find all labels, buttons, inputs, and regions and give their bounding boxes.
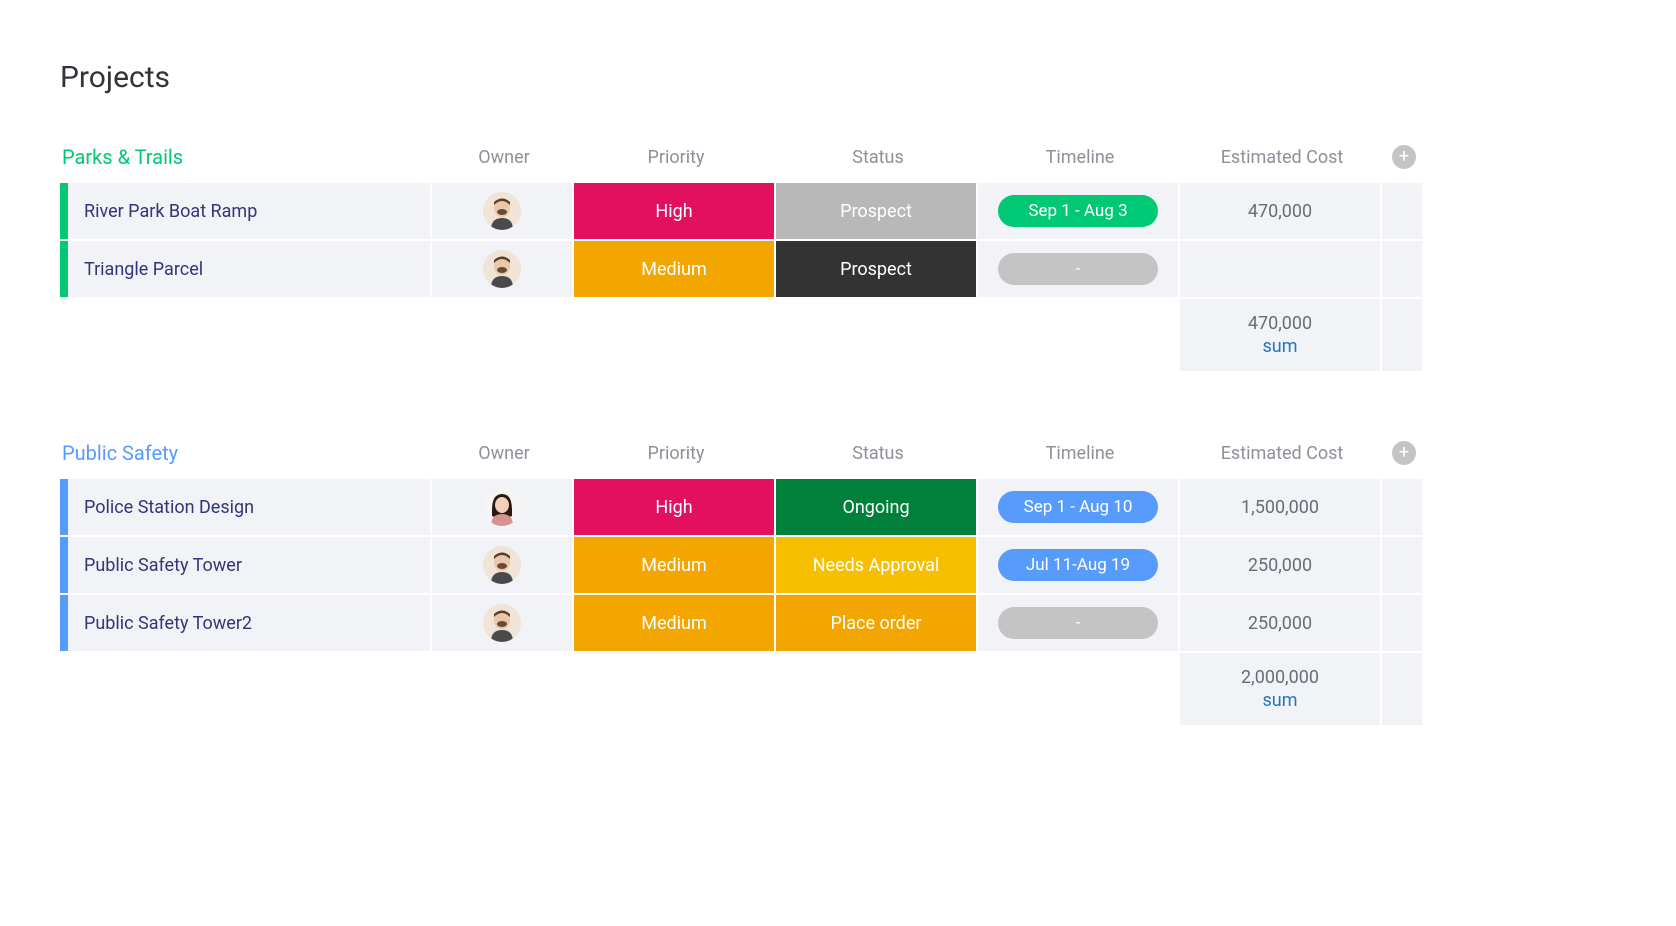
status-cell[interactable]: Prospect [776,183,976,239]
plus-icon: + [1399,148,1409,166]
table-row[interactable]: Public Safety Tower2 MediumPlace order-25… [60,595,1616,651]
cost-cell[interactable]: 1,500,000 [1180,479,1380,535]
table-row[interactable]: Triangle Parcel MediumProspect- [60,241,1616,297]
owner-cell[interactable] [432,241,572,297]
owner-cell[interactable] [432,183,572,239]
timeline-pill: Sep 1 - Aug 10 [998,491,1158,523]
item-name-cell[interactable]: Public Safety Tower2 [60,595,430,651]
group-title[interactable]: Public Safety [62,441,432,465]
avatar[interactable] [483,250,521,288]
timeline-cell[interactable]: - [978,241,1178,297]
owner-cell[interactable] [432,595,572,651]
group-footer: 470,000sum [60,299,1616,371]
avatar[interactable] [483,604,521,642]
item-name-cell[interactable]: Triangle Parcel [60,241,430,297]
column-header[interactable]: Priority [576,443,776,464]
plus-icon: + [1399,444,1409,462]
table-row[interactable]: Police Station Design HighOngoing Sep 1 - … [60,479,1616,535]
group: Parks & TrailsOwnerPriorityStatusTimelin… [60,145,1616,371]
table-row[interactable]: River Park Boat Ramp HighProspect Sep 1 - … [60,183,1616,239]
timeline-cell[interactable]: Sep 1 - Aug 3 [978,183,1178,239]
priority-cell[interactable]: High [574,183,774,239]
status-cell[interactable]: Needs Approval [776,537,976,593]
add-column-button[interactable]: + [1392,441,1416,465]
sum-cell: 470,000sum [1180,299,1380,371]
column-header[interactable]: Timeline [980,443,1180,464]
group-footer: 2,000,000sum [60,653,1616,725]
item-name-cell[interactable]: Public Safety Tower [60,537,430,593]
owner-cell[interactable] [432,479,572,535]
table-row[interactable]: Public Safety Tower MediumNeeds Approval J… [60,537,1616,593]
sum-value: 2,000,000 [1241,667,1319,688]
timeline-pill: Jul 11-Aug 19 [998,549,1158,581]
add-column-button[interactable]: + [1392,145,1416,169]
group: Public SafetyOwnerPriorityStatusTimeline… [60,441,1616,725]
timeline-cell[interactable]: - [978,595,1178,651]
item-name-cell[interactable]: Police Station Design [60,479,430,535]
item-name: Triangle Parcel [84,259,203,280]
row-trailing-cell [1382,537,1422,593]
avatar[interactable] [483,192,521,230]
row-trailing-cell [1382,479,1422,535]
status-cell[interactable]: Place order [776,595,976,651]
priority-cell[interactable]: High [574,479,774,535]
cost-cell[interactable] [1180,241,1380,297]
row-trailing-cell [1382,183,1422,239]
column-header[interactable]: Timeline [980,147,1180,168]
timeline-pill: Sep 1 - Aug 3 [998,195,1158,227]
column-header[interactable]: Status [778,147,978,168]
footer-trailing-cell [1382,299,1422,371]
timeline-cell[interactable]: Jul 11-Aug 19 [978,537,1178,593]
column-header[interactable]: Owner [434,443,574,464]
sum-label: sum [1263,336,1298,357]
footer-trailing-cell [1382,653,1422,725]
timeline-cell[interactable]: Sep 1 - Aug 10 [978,479,1178,535]
sum-value: 470,000 [1248,313,1312,334]
cost-cell[interactable]: 470,000 [1180,183,1380,239]
sum-cell: 2,000,000sum [1180,653,1380,725]
group-header: Parks & TrailsOwnerPriorityStatusTimelin… [60,145,1616,169]
priority-cell[interactable]: Medium [574,241,774,297]
owner-cell[interactable] [432,537,572,593]
avatar[interactable] [483,488,521,526]
item-name-cell[interactable]: River Park Boat Ramp [60,183,430,239]
status-cell[interactable]: Prospect [776,241,976,297]
page-title: Projects [60,60,1616,95]
row-trailing-cell [1382,241,1422,297]
status-cell[interactable]: Ongoing [776,479,976,535]
column-header[interactable]: Estimated Cost [1182,147,1382,168]
item-name: Public Safety Tower2 [84,613,252,634]
column-header[interactable]: Owner [434,147,574,168]
item-name: Public Safety Tower [84,555,242,576]
item-name: Police Station Design [84,497,254,518]
item-name: River Park Boat Ramp [84,201,257,222]
column-header[interactable]: Status [778,443,978,464]
group-header: Public SafetyOwnerPriorityStatusTimeline… [60,441,1616,465]
timeline-pill: - [998,253,1158,285]
column-header[interactable]: Priority [576,147,776,168]
column-header[interactable]: Estimated Cost [1182,443,1382,464]
sum-label: sum [1263,690,1298,711]
priority-cell[interactable]: Medium [574,595,774,651]
timeline-pill: - [998,607,1158,639]
cost-cell[interactable]: 250,000 [1180,537,1380,593]
cost-cell[interactable]: 250,000 [1180,595,1380,651]
row-trailing-cell [1382,595,1422,651]
priority-cell[interactable]: Medium [574,537,774,593]
avatar[interactable] [483,546,521,584]
group-title[interactable]: Parks & Trails [62,145,432,169]
